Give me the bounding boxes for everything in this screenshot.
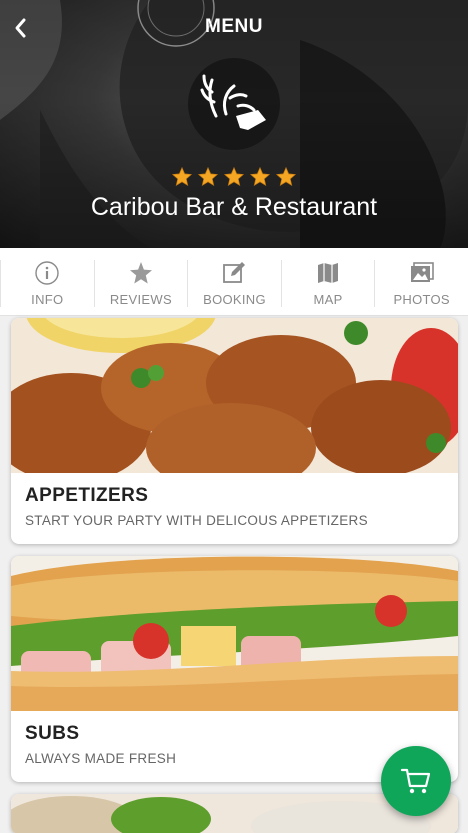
tab-bar: INFO REVIEWS BOOKING MAP PHOTOS bbox=[0, 248, 468, 316]
cart-button[interactable] bbox=[381, 746, 451, 816]
category-title: SUBS bbox=[25, 723, 80, 744]
tab-label: INFO bbox=[31, 292, 64, 307]
info-icon bbox=[35, 261, 59, 285]
tab-booking[interactable]: BOOKING bbox=[188, 260, 282, 307]
category-subtitle: ALWAYS MADE FRESH bbox=[25, 751, 177, 766]
star-icon bbox=[171, 166, 193, 187]
tab-photos[interactable]: PHOTOS bbox=[375, 260, 468, 307]
tab-label: MAP bbox=[313, 292, 343, 307]
venue-name: Caribou Bar & Restaurant bbox=[90, 193, 378, 221]
tab-info[interactable]: INFO bbox=[0, 260, 95, 307]
map-icon bbox=[318, 263, 339, 283]
star-icon bbox=[275, 166, 297, 187]
category-card-subs[interactable]: SUBS ALWAYS MADE FRESH bbox=[11, 556, 458, 782]
edit-icon bbox=[223, 262, 246, 283]
tab-label: REVIEWS bbox=[109, 292, 172, 307]
category-photo bbox=[11, 318, 458, 473]
tab-label: BOOKING bbox=[203, 292, 266, 307]
tab-map[interactable]: MAP bbox=[282, 260, 376, 307]
rating-stars bbox=[0, 166, 468, 188]
category-photo bbox=[11, 556, 458, 711]
star-icon bbox=[197, 166, 219, 187]
tab-reviews[interactable]: REVIEWS bbox=[95, 260, 189, 307]
hero-header: MENU Caribou Bar & Restaurant bbox=[0, 0, 468, 248]
category-title: APPETIZERS bbox=[25, 485, 149, 506]
photos-icon bbox=[410, 262, 434, 282]
star-icon bbox=[129, 262, 152, 284]
page-title: MENU bbox=[205, 16, 263, 37]
category-card-appetizers[interactable]: APPETIZERS START YOUR PARTY WITH DELICOU… bbox=[11, 318, 458, 544]
tab-label: PHOTOS bbox=[393, 292, 450, 307]
star-icon bbox=[223, 166, 245, 187]
star-icon bbox=[249, 166, 271, 187]
cart-icon bbox=[400, 768, 431, 794]
category-subtitle: START YOUR PARTY WITH DELICOUS APPETIZER… bbox=[25, 513, 368, 528]
deer-logo-icon bbox=[188, 58, 280, 150]
